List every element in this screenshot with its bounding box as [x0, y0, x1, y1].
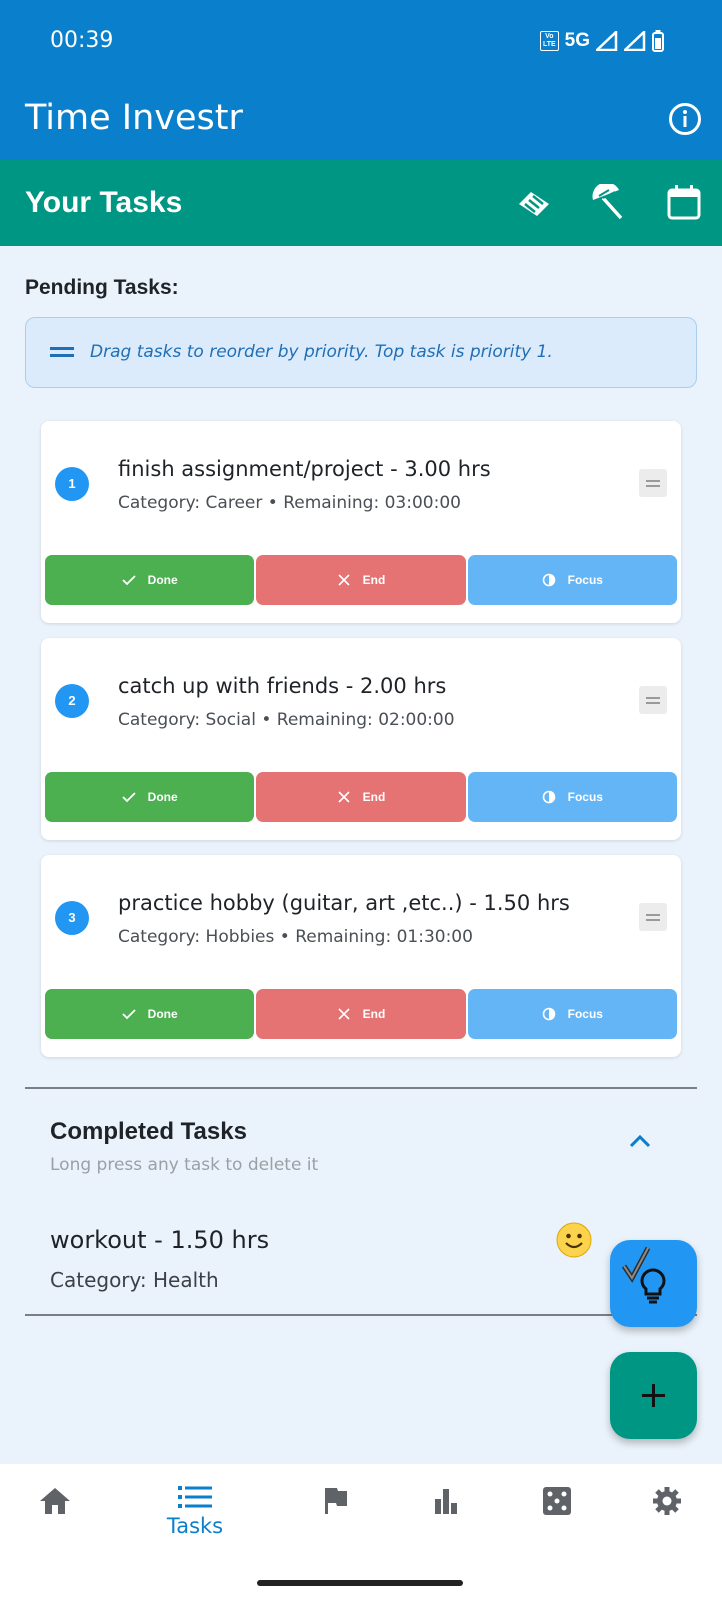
status-indicators: Vo LTE 5G [539, 30, 664, 52]
completed-task-title[interactable]: workout - 1.50 hrs [50, 1226, 269, 1254]
focus-icon [542, 790, 555, 804]
flag-icon [325, 1488, 347, 1514]
priority-badge: 3 [55, 901, 89, 935]
focus-button[interactable]: Focus [467, 989, 677, 1039]
task-actions: Done End Focus [45, 772, 677, 822]
gear-icon [653, 1487, 681, 1515]
completed-tasks-hint: Long press any task to delete it [50, 1155, 319, 1175]
focus-icon [542, 1007, 555, 1021]
bar-chart-icon [435, 1489, 457, 1514]
priority-badge: 2 [55, 684, 89, 718]
status-bar: 00:39 Vo LTE 5G [0, 0, 722, 84]
lightbulb-check-icon [621, 1246, 666, 1304]
focus-label: Focus [567, 1007, 603, 1021]
done-button[interactable]: Done [45, 772, 255, 822]
check-icon [122, 792, 136, 803]
task-title: finish assignment/project - 3.00 hrs [118, 457, 491, 481]
close-icon [338, 791, 350, 803]
task-card[interactable]: 1 finish assignment/project - 3.00 hrs C… [41, 421, 681, 623]
end-button[interactable]: End [256, 989, 466, 1039]
completed-task-meta: Category: Health [50, 1268, 219, 1292]
chevron-up-icon[interactable] [628, 1133, 652, 1149]
task-meta: Category: Social • Remaining: 02:00:00 [118, 710, 455, 730]
close-icon [338, 574, 350, 586]
calendar-icon[interactable] [665, 184, 703, 222]
dice-icon [543, 1487, 571, 1515]
handshake-icon[interactable] [515, 184, 553, 222]
done-button[interactable]: Done [45, 555, 255, 605]
focus-icon [542, 573, 555, 587]
network-type: 5G [564, 30, 590, 51]
nav-home[interactable] [5, 1484, 105, 1554]
home-icon [40, 1488, 70, 1514]
battery-icon [652, 30, 664, 52]
status-time: 00:39 [50, 28, 114, 53]
end-label: End [362, 790, 386, 804]
task-card[interactable]: 3 practice hobby (guitar, art ,etc..) - … [41, 855, 681, 1057]
drag-handle[interactable] [639, 686, 667, 714]
focus-label: Focus [567, 790, 603, 804]
task-title: practice hobby (guitar, art ,etc..) - 1.… [118, 891, 570, 915]
done-label: Done [147, 573, 178, 587]
close-icon [338, 1008, 350, 1020]
app-bar: Time Investr [0, 84, 722, 160]
nav-settings[interactable] [617, 1484, 717, 1554]
info-icon[interactable] [668, 102, 702, 136]
nav-random[interactable] [507, 1484, 607, 1554]
nav-tasks-label: Tasks [166, 1514, 224, 1538]
nav-tasks[interactable]: Tasks [145, 1484, 245, 1554]
pending-tasks-label: Pending Tasks: [25, 276, 179, 299]
check-icon [122, 1009, 136, 1020]
check-icon [122, 575, 136, 586]
tasks-header: Your Tasks [0, 160, 722, 246]
done-label: Done [147, 1007, 178, 1021]
drag-handle-icon [50, 347, 74, 357]
completed-tasks-title: Completed Tasks [50, 1118, 247, 1145]
focus-button[interactable]: Focus [467, 555, 677, 605]
app-title: Time Investr [25, 98, 243, 138]
task-meta: Category: Hobbies • Remaining: 01:30:00 [118, 927, 473, 947]
priority-badge: 1 [55, 467, 89, 501]
list-icon [178, 1486, 212, 1508]
smiley-icon [556, 1222, 592, 1258]
divider [25, 1087, 697, 1089]
page-title: Your Tasks [25, 186, 183, 219]
task-title: catch up with friends - 2.00 hrs [118, 674, 447, 698]
nav-stats[interactable] [396, 1484, 496, 1554]
done-label: Done [147, 790, 178, 804]
focus-button[interactable]: Focus [467, 772, 677, 822]
add-task-fab[interactable] [610, 1352, 697, 1439]
nav-goals[interactable] [285, 1484, 385, 1554]
task-actions: Done End Focus [45, 555, 677, 605]
drag-handle[interactable] [639, 903, 667, 931]
divider [25, 1314, 697, 1316]
plus-icon [642, 1384, 665, 1407]
end-label: End [362, 1007, 386, 1021]
end-button[interactable]: End [256, 772, 466, 822]
focus-label: Focus [567, 573, 603, 587]
task-card[interactable]: 2 catch up with friends - 2.00 hrs Categ… [41, 638, 681, 840]
task-meta: Category: Career • Remaining: 03:00:00 [118, 493, 461, 513]
end-button[interactable]: End [256, 555, 466, 605]
beach-umbrella-icon[interactable] [589, 184, 627, 222]
task-actions: Done End Focus [45, 989, 677, 1039]
reorder-hint-text: Drag tasks to reorder by priority. Top t… [90, 342, 553, 362]
home-indicator[interactable] [257, 1580, 463, 1586]
signal-icon [596, 31, 618, 51]
reorder-hint: Drag tasks to reorder by priority. Top t… [25, 317, 697, 388]
tips-fab[interactable] [610, 1240, 697, 1327]
volte-icon: Vo LTE [539, 31, 559, 51]
done-button[interactable]: Done [45, 989, 255, 1039]
end-label: End [362, 573, 386, 587]
drag-handle[interactable] [639, 469, 667, 497]
signal-icon [624, 31, 646, 51]
